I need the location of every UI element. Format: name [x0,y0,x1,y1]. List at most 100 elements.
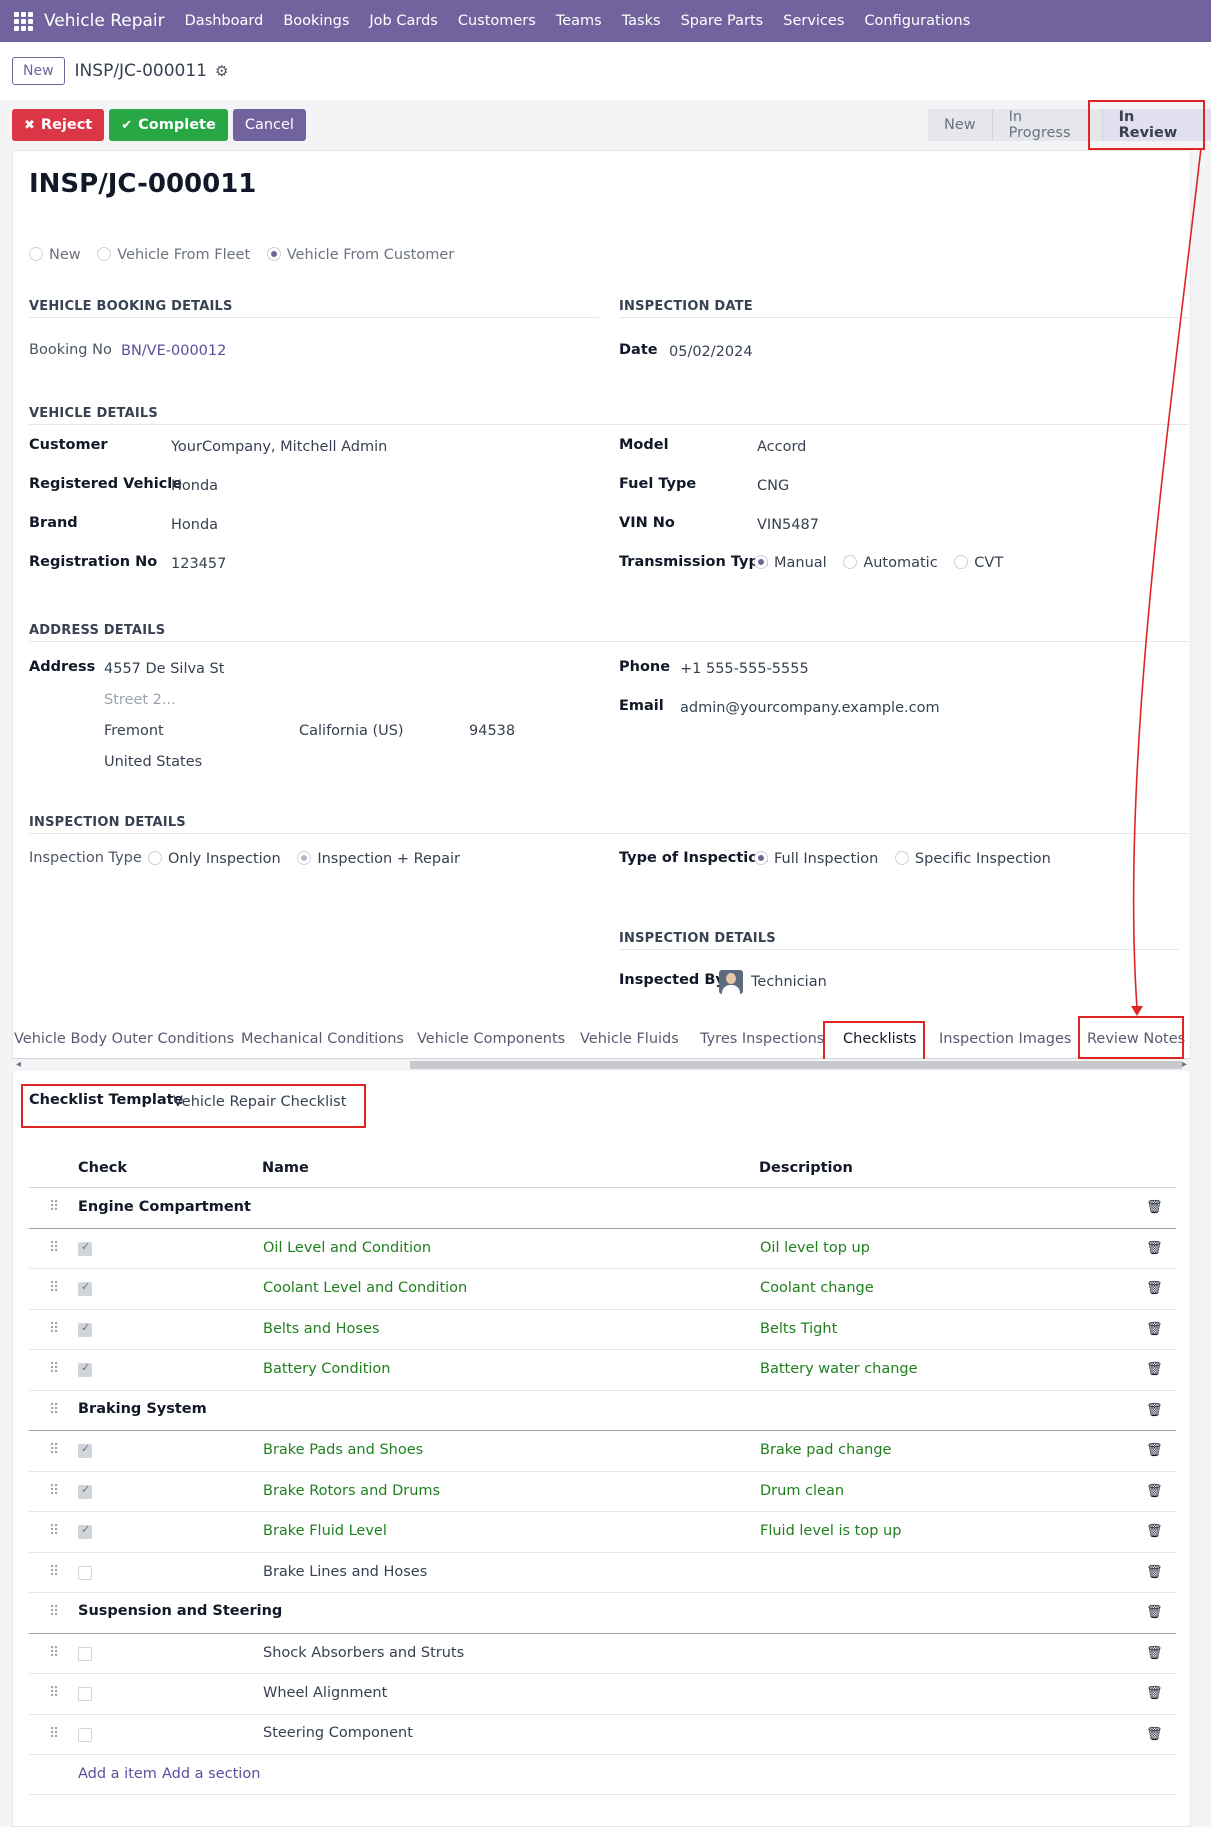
add-item-link[interactable]: Add a item [78,1766,157,1782]
menu-services[interactable]: Services [773,13,854,29]
drag-handle-icon[interactable]: ⠿ [49,1199,59,1215]
add-section-link[interactable]: Add a section [162,1766,260,1782]
scrollbar-thumb[interactable] [410,1061,1182,1069]
table-row[interactable]: ⠿ Steering Component 🗑 [29,1715,1176,1755]
phone-value[interactable]: +1 555-555-5555 [680,661,809,677]
check-checkbox[interactable] [78,1442,92,1458]
menu-bookings[interactable]: Bookings [273,13,359,29]
trash-icon[interactable]: 🗑 [1146,1443,1163,1458]
radio-full-inspection[interactable] [754,851,768,865]
trash-icon[interactable]: 🗑 [1146,1403,1163,1418]
table-row[interactable]: ⠿ Brake Lines and Hoses 🗑 [29,1553,1176,1593]
radio-vehicle-from-fleet[interactable] [97,247,112,261]
street-value[interactable]: 4557 De Silva St [104,661,224,677]
table-row[interactable]: ⠿ Wheel Alignment 🗑 [29,1674,1176,1715]
tab-vehicle-body-outer-conditions[interactable]: Vehicle Body Outer Conditions [14,1031,234,1047]
column-check[interactable]: Check [78,1160,127,1176]
inspected-by-value[interactable]: Technician [719,970,827,994]
drag-handle-icon[interactable]: ⠿ [49,1645,59,1661]
complete-button[interactable]: ✔ Complete [109,109,228,141]
check-checkbox[interactable] [78,1321,92,1337]
trash-icon[interactable]: 🗑 [1146,1484,1163,1499]
trash-icon[interactable]: 🗑 [1146,1605,1163,1620]
apps-icon[interactable] [12,10,34,32]
menu-dashboard[interactable]: Dashboard [175,13,274,29]
app-name[interactable]: Vehicle Repair [44,11,165,31]
drag-handle-icon[interactable]: ⠿ [49,1685,59,1701]
vin-value[interactable]: VIN5487 [757,517,819,533]
menu-tasks[interactable]: Tasks [612,13,671,29]
table-row[interactable]: ⠿ Coolant Level and Condition Coolant ch… [29,1269,1176,1310]
scroll-left-icon[interactable]: ◂ [16,1059,21,1070]
trash-icon[interactable]: 🗑 [1146,1565,1163,1580]
trash-icon[interactable]: 🗑 [1146,1686,1163,1701]
drag-handle-icon[interactable]: ⠿ [49,1402,59,1418]
tab-tyres-inspections[interactable]: Tyres Inspections [700,1031,824,1047]
menu-configurations[interactable]: Configurations [854,13,980,29]
table-section-row[interactable]: ⠿ Braking System 🗑 [29,1391,1176,1431]
new-record-button[interactable]: New [12,57,65,85]
menu-spare-parts[interactable]: Spare Parts [671,13,774,29]
registration-no-value[interactable]: 123457 [171,556,226,572]
table-row[interactable]: ⠿ Oil Level and Condition Oil level top … [29,1229,1176,1269]
radio-cvt[interactable] [954,555,969,569]
drag-handle-icon[interactable]: ⠿ [49,1361,59,1377]
drag-handle-icon[interactable]: ⠿ [49,1321,59,1337]
reject-button[interactable]: ✖ Reject [12,109,105,141]
brand-value[interactable]: Honda [171,517,218,533]
check-checkbox[interactable] [78,1728,92,1742]
gear-icon[interactable]: ⚙ [215,62,228,80]
tabs-scrollbar[interactable]: ◂ ▸ [12,1059,1191,1071]
check-checkbox[interactable] [78,1280,92,1296]
tab-mechanical-conditions[interactable]: Mechanical Conditions [241,1031,404,1047]
radio-automatic[interactable] [843,555,858,569]
customer-value[interactable]: YourCompany, Mitchell Admin [171,439,387,455]
radio-manual[interactable] [754,555,768,569]
menu-teams[interactable]: Teams [546,13,612,29]
table-row[interactable]: ⠿ Belts and Hoses Belts Tight 🗑 [29,1310,1176,1350]
trash-icon[interactable]: 🗑 [1146,1524,1163,1539]
drag-handle-icon[interactable]: ⠿ [49,1280,59,1296]
registered-vehicle-value[interactable]: Honda [171,478,218,494]
table-row[interactable]: ⠿ Brake Pads and Shoes Brake pad change … [29,1431,1176,1472]
city-value[interactable]: Fremont [104,723,164,739]
fuel-type-value[interactable]: CNG [757,478,789,494]
check-checkbox[interactable] [78,1523,92,1539]
table-section-row[interactable]: ⠿ Engine Compartment 🗑 [29,1188,1176,1229]
column-name[interactable]: Name [262,1160,309,1176]
drag-handle-icon[interactable]: ⠿ [49,1523,59,1539]
table-row[interactable]: ⠿ Brake Rotors and Drums Drum clean 🗑 [29,1472,1176,1512]
check-checkbox[interactable] [78,1483,92,1499]
radio-new[interactable] [29,247,43,261]
trash-icon[interactable]: 🗑 [1146,1362,1163,1377]
tab-vehicle-components[interactable]: Vehicle Components [417,1031,565,1047]
tab-inspection-images[interactable]: Inspection Images [939,1031,1071,1047]
menu-job-cards[interactable]: Job Cards [359,13,447,29]
drag-handle-icon[interactable]: ⠿ [49,1604,59,1620]
check-checkbox[interactable] [78,1240,92,1256]
table-row[interactable]: ⠿ Brake Fluid Level Fluid level is top u… [29,1512,1176,1553]
menu-customers[interactable]: Customers [448,13,546,29]
trash-icon[interactable]: 🗑 [1146,1646,1163,1661]
trash-icon[interactable]: 🗑 [1146,1200,1163,1215]
drag-handle-icon[interactable]: ⠿ [49,1240,59,1256]
model-value[interactable]: Accord [757,439,806,455]
tab-vehicle-fluids[interactable]: Vehicle Fluids [580,1031,679,1047]
booking-no-link[interactable]: BN/VE-000012 [121,343,226,359]
drag-handle-icon[interactable]: ⠿ [49,1442,59,1458]
cancel-button[interactable]: Cancel [232,109,306,141]
drag-handle-icon[interactable]: ⠿ [49,1726,59,1742]
street2-field[interactable]: Street 2... [104,692,176,708]
radio-specific-inspection[interactable] [894,851,909,865]
trash-icon[interactable]: 🗑 [1146,1241,1163,1256]
trash-icon[interactable]: 🗑 [1146,1281,1163,1296]
date-value[interactable]: 05/02/2024 [669,344,753,360]
radio-vehicle-from-customer[interactable] [266,247,281,261]
column-description[interactable]: Description [759,1160,853,1176]
drag-handle-icon[interactable]: ⠿ [49,1564,59,1580]
check-checkbox[interactable] [78,1361,92,1377]
trash-icon[interactable]: 🗑 [1146,1727,1163,1742]
email-value[interactable]: admin@yourcompany.example.com [680,700,940,716]
stage-in-progress[interactable]: In Progress [991,109,1102,141]
check-checkbox[interactable] [78,1687,92,1701]
